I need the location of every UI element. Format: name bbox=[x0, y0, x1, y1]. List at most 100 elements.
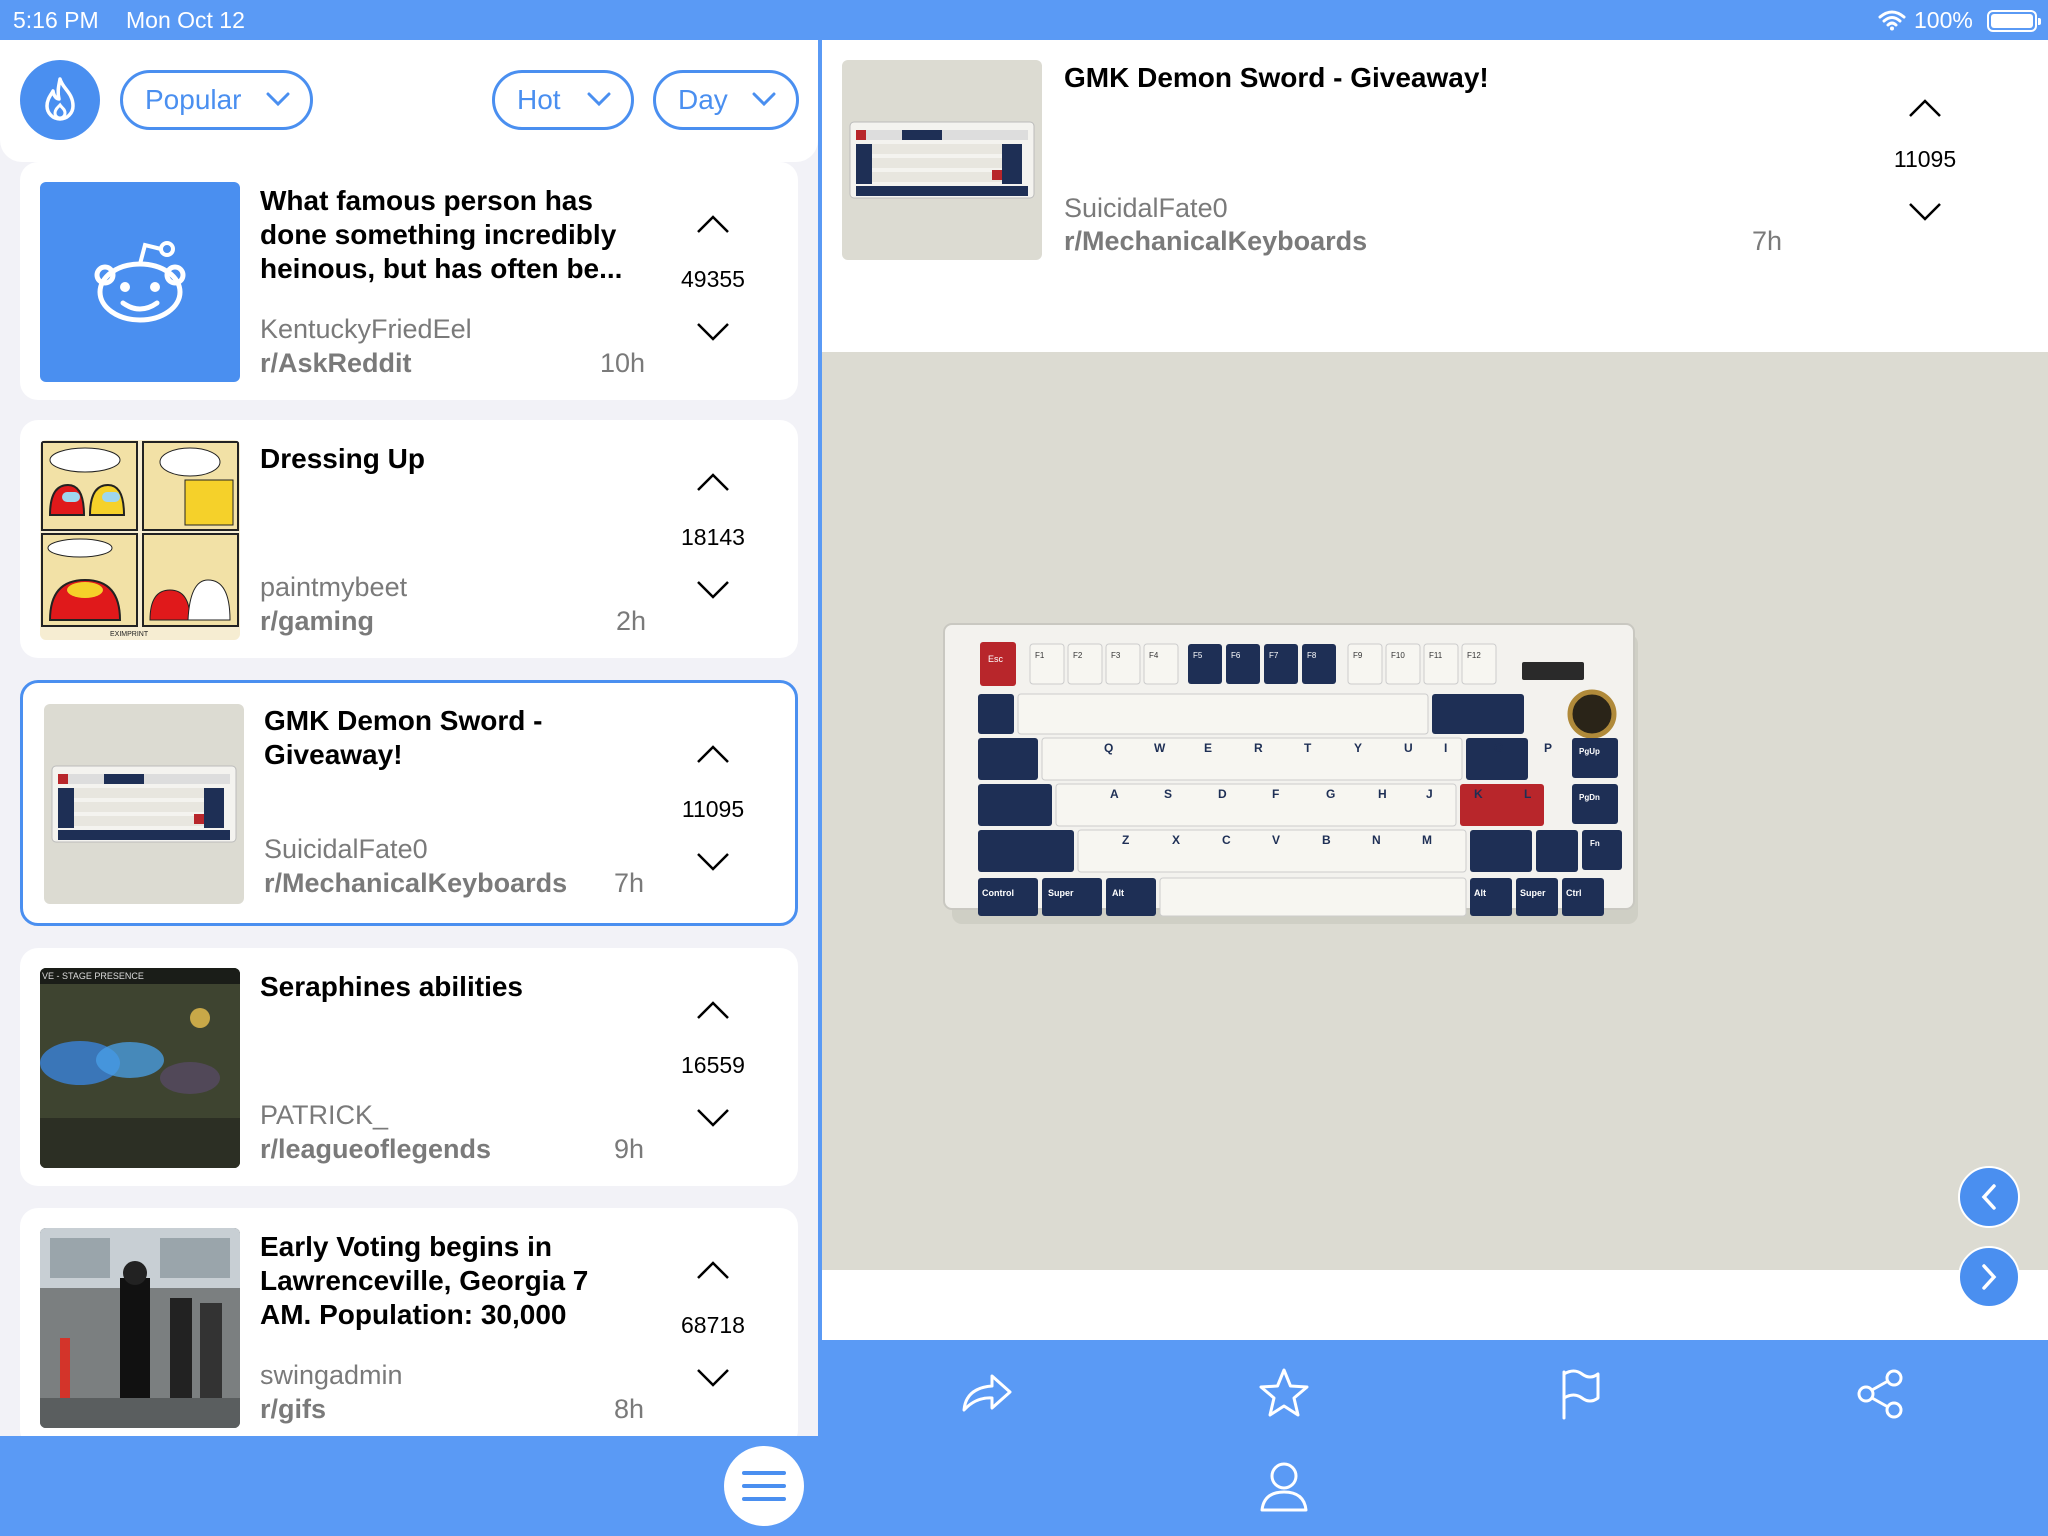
post-age: 10h bbox=[600, 348, 646, 378]
share-icon[interactable] bbox=[1852, 1366, 1908, 1422]
upvote-icon[interactable] bbox=[696, 744, 730, 764]
keyboard-photo: Esc F1 F2 F3 F4 F5 F6 F7 F8 F9 F10 F11 F… bbox=[943, 623, 1638, 924]
key-legend-f: F bbox=[1272, 787, 1279, 801]
downvote-icon[interactable] bbox=[696, 580, 730, 600]
next-image-button[interactable] bbox=[1958, 1246, 2020, 1308]
status-time: 5:16 PM bbox=[13, 7, 99, 33]
post-author[interactable]: PATRICK_ bbox=[260, 1100, 388, 1131]
time-range-selector[interactable]: Day bbox=[653, 70, 799, 130]
key-legend-x: X bbox=[1172, 833, 1180, 847]
key-legend-k: K bbox=[1474, 787, 1483, 801]
downvote-icon[interactable] bbox=[696, 322, 730, 342]
key-legend-w: W bbox=[1154, 741, 1166, 755]
fire-button[interactable] bbox=[20, 60, 100, 140]
post-card[interactable]: Early Voting begins in Lawrenceville, Ge… bbox=[20, 1208, 798, 1436]
key-legend-o: O bbox=[1494, 741, 1503, 755]
comic-thumbnail: EXIMPRINT bbox=[40, 440, 240, 640]
f9-key-legend: F9 bbox=[1353, 651, 1363, 660]
upvote-icon[interactable] bbox=[1908, 98, 1942, 118]
post-score: 11095 bbox=[681, 796, 745, 822]
sort-selector[interactable]: Hot bbox=[492, 70, 634, 130]
post-author[interactable]: paintmybeet bbox=[260, 572, 407, 603]
key-legend-t: T bbox=[1304, 741, 1312, 755]
crowd-image bbox=[40, 1228, 240, 1428]
post-subreddit[interactable]: r/gifs bbox=[260, 1394, 326, 1425]
game-caption: VE - STAGE PRESENCE bbox=[42, 971, 144, 981]
ctrl-key-legend: Ctrl bbox=[1566, 888, 1582, 898]
chevron-right-icon bbox=[1982, 1264, 1997, 1290]
detail-thumbnail[interactable] bbox=[842, 60, 1042, 260]
volume-knob bbox=[1567, 689, 1617, 739]
f8-key-legend: F8 bbox=[1307, 651, 1317, 660]
post-age: 8h bbox=[614, 1394, 645, 1424]
battery-icon bbox=[1987, 10, 2041, 32]
detail-score: 11095 bbox=[1893, 146, 1957, 172]
f6-key-legend: F6 bbox=[1231, 651, 1241, 660]
previous-image-button[interactable] bbox=[1958, 1166, 2020, 1228]
time-range-selector-label: Day bbox=[678, 84, 728, 115]
f4-key-legend: F4 bbox=[1149, 651, 1159, 660]
post-card-selected[interactable]: GMK Demon Sword - Giveaway! SuicidalFate… bbox=[20, 680, 798, 926]
upvote-icon[interactable] bbox=[696, 472, 730, 492]
feed-selector[interactable]: Popular bbox=[120, 70, 313, 130]
flag-icon[interactable] bbox=[1552, 1366, 1608, 1422]
key-legend-z: Z bbox=[1122, 833, 1129, 847]
post-author[interactable]: KentuckyFriedEel bbox=[260, 314, 472, 345]
post-age: 7h bbox=[614, 868, 645, 898]
upvote-icon[interactable] bbox=[696, 1260, 730, 1280]
status-date: Mon Oct 12 bbox=[126, 7, 245, 33]
reddit-logo-thumbnail bbox=[40, 182, 240, 382]
menu-button[interactable] bbox=[724, 1446, 804, 1526]
post-card[interactable]: What famous person has done something in… bbox=[20, 162, 798, 400]
downvote-icon[interactable] bbox=[1908, 202, 1942, 222]
downvote-icon[interactable] bbox=[696, 1108, 730, 1128]
upvote-icon[interactable] bbox=[696, 1000, 730, 1020]
key-legend-a: A bbox=[1110, 787, 1119, 801]
game-image: VE - STAGE PRESENCE bbox=[40, 968, 240, 1168]
key-legend-r: R bbox=[1254, 741, 1263, 755]
detail-title: GMK Demon Sword - Giveaway! bbox=[1064, 62, 1489, 93]
post-subreddit[interactable]: r/MechanicalKeyboards bbox=[264, 868, 567, 899]
upvote-icon[interactable] bbox=[696, 214, 730, 234]
alt-key-legend: Alt bbox=[1112, 888, 1124, 898]
wifi-icon bbox=[1878, 10, 1906, 31]
detail-age: 7h bbox=[1752, 226, 1783, 256]
media-viewer[interactable]: Esc F1 F2 F3 F4 F5 F6 F7 F8 F9 F10 F11 F… bbox=[822, 352, 2048, 1270]
key-legend-m: M bbox=[1422, 833, 1432, 847]
post-subreddit[interactable]: r/gaming bbox=[260, 606, 374, 637]
sort-selector-label: Hot bbox=[517, 84, 561, 115]
post-subreddit[interactable]: r/leagueoflegends bbox=[260, 1134, 491, 1165]
reply-icon[interactable] bbox=[958, 1366, 1014, 1422]
key-legend-v: V bbox=[1272, 833, 1280, 847]
keyboard-image bbox=[849, 121, 1035, 199]
esc-key-legend: Esc bbox=[988, 654, 1004, 664]
crowd-thumbnail bbox=[40, 1228, 240, 1428]
post-author[interactable]: SuicidalFate0 bbox=[264, 834, 428, 865]
chevron-left-icon bbox=[1981, 1184, 1996, 1210]
downvote-icon[interactable] bbox=[696, 1368, 730, 1388]
post-score: 16559 bbox=[681, 1052, 745, 1078]
keyboard-thumbnail bbox=[44, 704, 244, 904]
star-icon[interactable] bbox=[1256, 1366, 1312, 1422]
post-age: 9h bbox=[614, 1134, 645, 1164]
post-list-panel: Popular Hot Day What famous person has d… bbox=[0, 40, 818, 1436]
detail-subreddit[interactable]: r/MechanicalKeyboards bbox=[1064, 226, 1367, 257]
detail-author[interactable]: SuicidalFate0 bbox=[1064, 193, 1228, 224]
profile-icon[interactable] bbox=[1256, 1458, 1312, 1514]
f11-key-legend: F11 bbox=[1429, 651, 1443, 660]
feed-toolbar: Popular Hot Day bbox=[0, 40, 818, 162]
f10-key-legend: F10 bbox=[1391, 651, 1405, 660]
post-author[interactable]: swingadmin bbox=[260, 1360, 403, 1391]
post-subreddit[interactable]: r/AskReddit bbox=[260, 348, 412, 379]
pgup-key-legend: PgUp bbox=[1579, 747, 1600, 756]
post-detail-panel: GMK Demon Sword - Giveaway! SuicidalFate… bbox=[822, 40, 2048, 1340]
post-card[interactable]: EXIMPRINT Dressing Up paintmybeet r/gami… bbox=[20, 420, 798, 658]
f7-key-legend: F7 bbox=[1269, 651, 1279, 660]
downvote-icon[interactable] bbox=[696, 852, 730, 872]
key-legend-u: U bbox=[1404, 741, 1413, 755]
right-alt-key-legend: Alt bbox=[1474, 888, 1486, 898]
control-key-legend: Control bbox=[982, 888, 1014, 898]
post-card[interactable]: VE - STAGE PRESENCE Seraphines abilities… bbox=[20, 948, 798, 1186]
comic-image: EXIMPRINT bbox=[41, 441, 239, 638]
key-legend-h: H bbox=[1378, 787, 1387, 801]
